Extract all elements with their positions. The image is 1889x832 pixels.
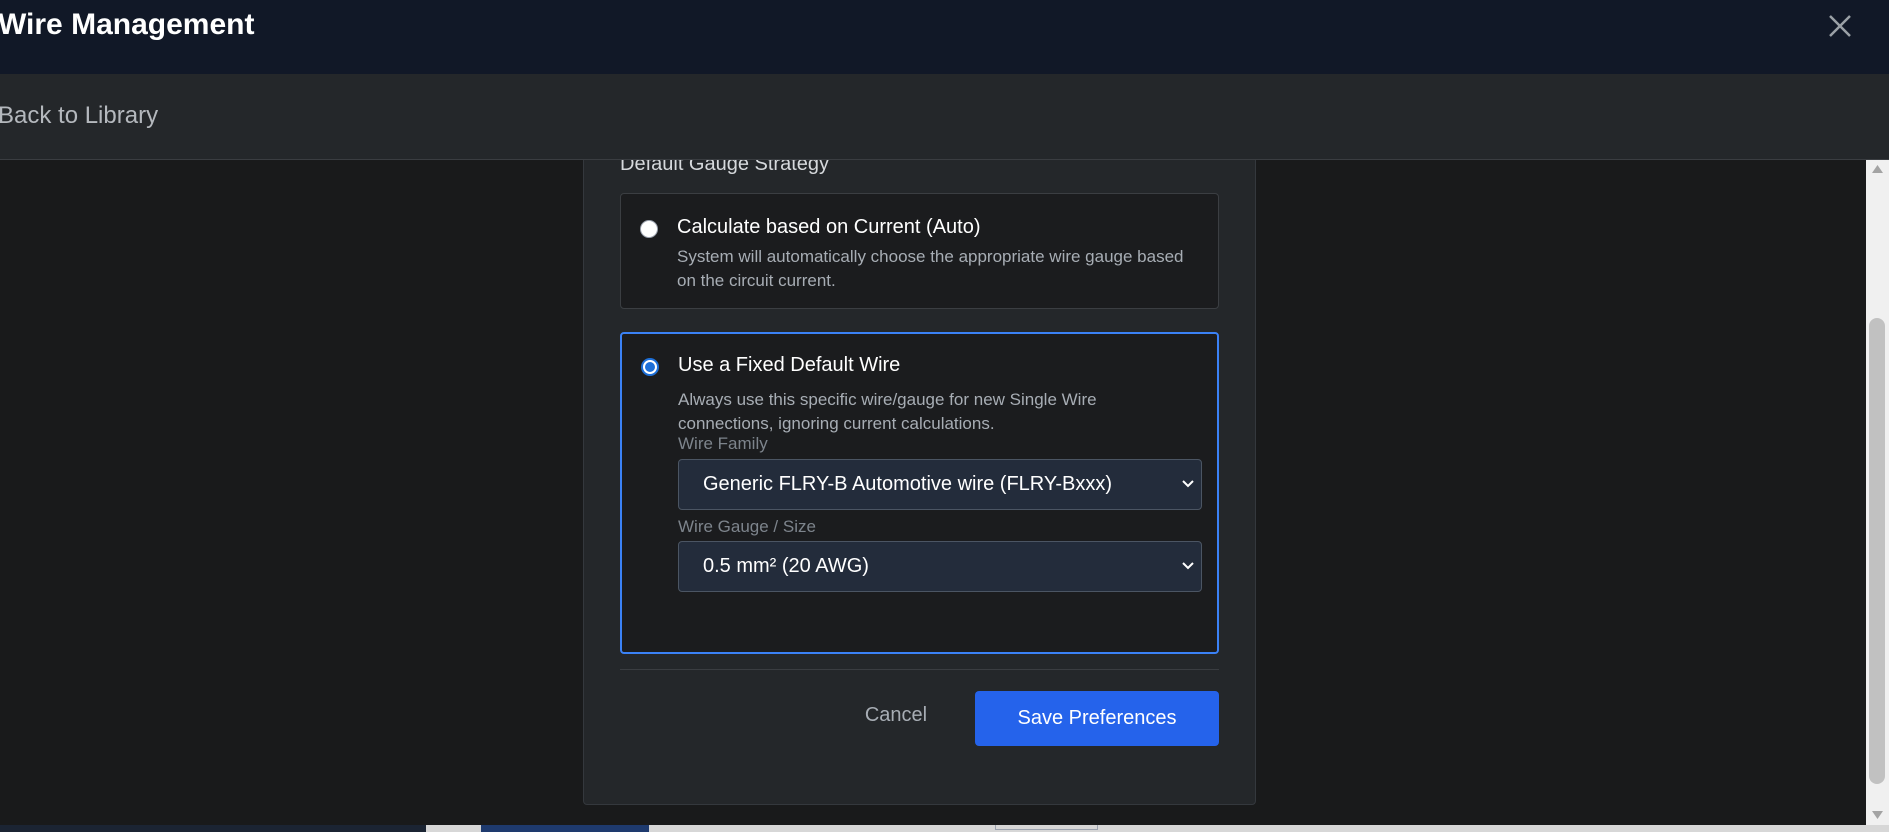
section-heading: Default Gauge Strategy (620, 160, 830, 175)
wire-gauge-value: 0.5 mm² (20 AWG) (703, 555, 869, 577)
close-icon (1829, 15, 1851, 37)
background-strip-blue (481, 825, 649, 832)
wire-family-label: Wire Family (678, 434, 768, 453)
radio-auto[interactable] (640, 220, 658, 238)
scroll-down-arrow-icon[interactable] (1871, 810, 1884, 820)
background-strip-box (995, 825, 1098, 830)
back-to-library-link[interactable]: Back to Library (0, 102, 158, 130)
navigation-bar: Back to Library (0, 74, 1889, 160)
vertical-scrollbar[interactable] (1866, 160, 1889, 825)
close-button[interactable] (1820, 10, 1860, 50)
wire-family-value: Generic FLRY-B Automotive wire (FLRY-Bxx… (703, 473, 1113, 495)
option-title: Calculate based on Current (Auto) (677, 216, 981, 238)
scroll-up-arrow-icon[interactable] (1871, 164, 1884, 174)
wire-family-select[interactable]: Generic FLRY-B Automotive wire (FLRY-Bxx… (678, 459, 1202, 510)
option-fixed-default-wire[interactable]: Use a Fixed Default Wire Always use this… (620, 332, 1219, 654)
divider (620, 669, 1219, 670)
wire-gauge-label: Wire Gauge / Size (678, 517, 816, 536)
option-description: Always use this specific wire/gauge for … (678, 390, 1097, 433)
radio-selected-dot (645, 362, 655, 372)
scrollbar-thumb[interactable] (1869, 318, 1885, 784)
background-strip (0, 825, 1889, 832)
option-description: System will automatically choose the app… (677, 247, 1184, 290)
option-auto-calculate[interactable]: Calculate based on Current (Auto) System… (620, 193, 1219, 309)
chevron-down-icon (1182, 562, 1194, 570)
content-area: Default Gauge Strategy Calculate based o… (0, 160, 1866, 825)
option-title: Use a Fixed Default Wire (678, 354, 901, 376)
chevron-down-icon (1182, 480, 1194, 488)
wire-gauge-select[interactable]: 0.5 mm² (20 AWG) (678, 541, 1202, 592)
radio-fixed[interactable] (641, 358, 659, 376)
titlebar: Wire Management (0, 0, 1889, 74)
save-preferences-button[interactable]: Save Preferences (975, 691, 1219, 746)
cancel-button[interactable]: Cancel (846, 693, 946, 737)
preferences-panel: Default Gauge Strategy Calculate based o… (583, 160, 1256, 805)
window-title: Wire Management (0, 8, 255, 41)
background-strip-dark (0, 825, 426, 832)
